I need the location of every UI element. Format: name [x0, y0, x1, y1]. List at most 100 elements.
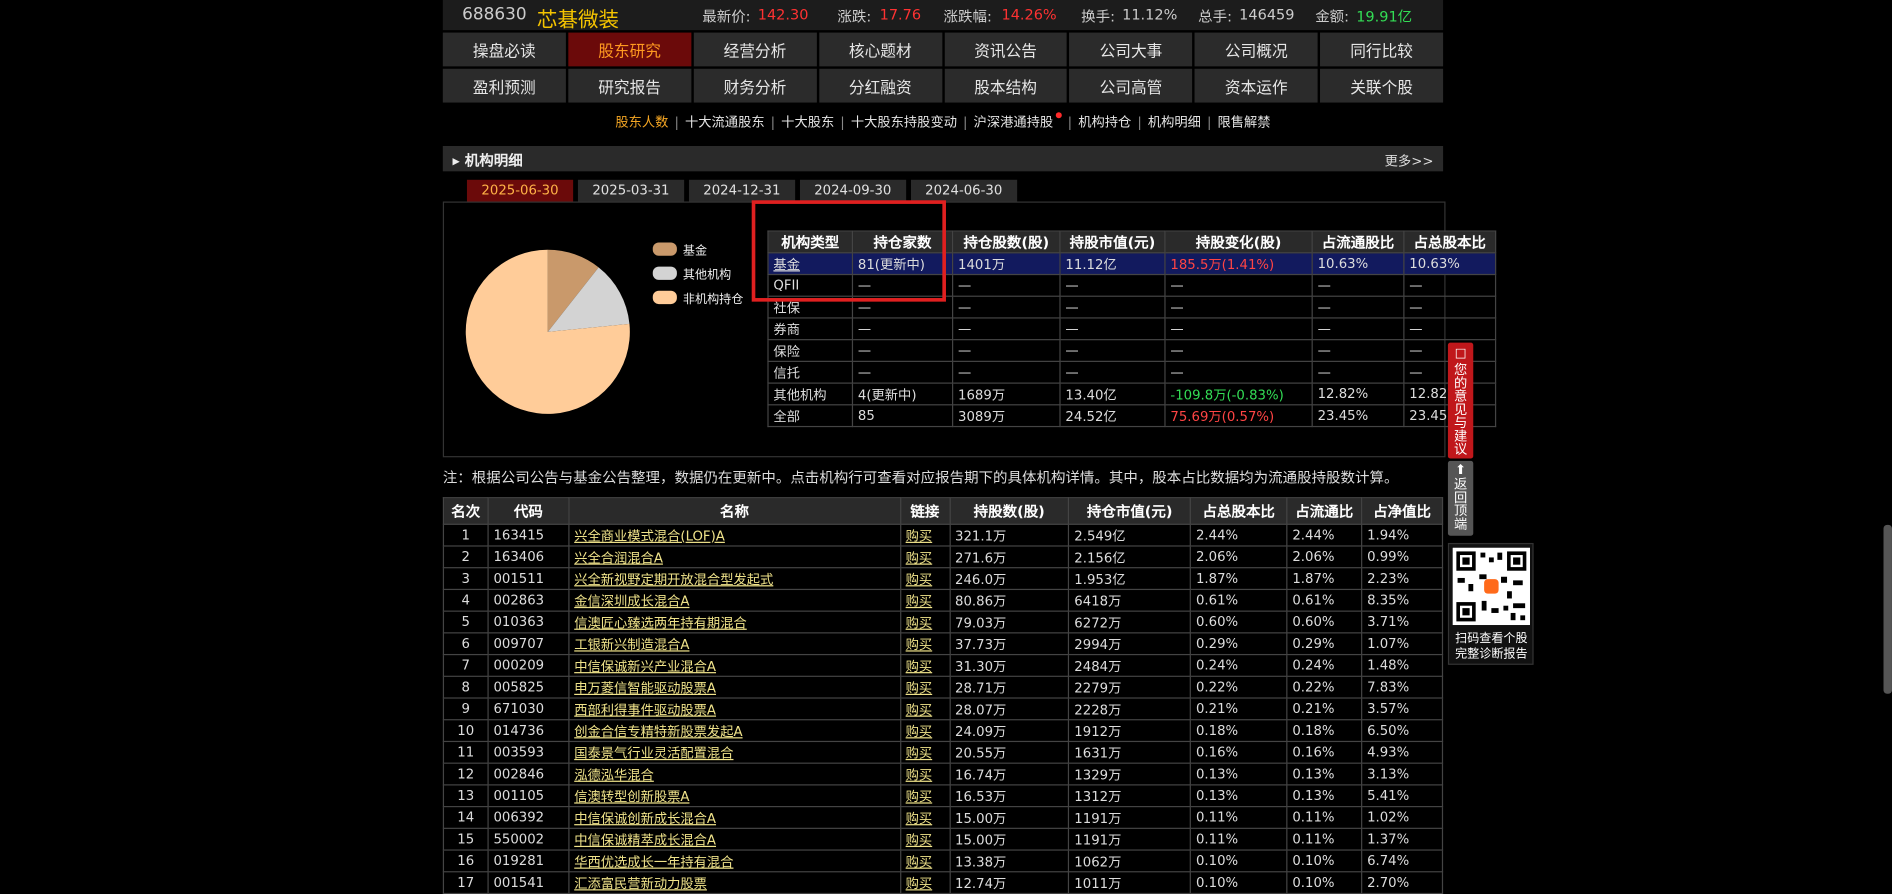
buy-link[interactable]: 购买 — [906, 810, 933, 826]
buy-link[interactable]: 购买 — [906, 854, 933, 870]
fund-holdings-table: 名次 代码 名称 链接 持股数(股) 持仓市值(元) 占总股本比 占流通比 占净值比 1 1634… — [442, 497, 1444, 894]
buy-link[interactable]: 购买 — [906, 571, 933, 587]
column-header: 持仓股数(股) — [952, 230, 1061, 254]
table-cell: 2.156亿 — [1068, 545, 1192, 569]
table-row: 2 163406 兴全合润混合A 购买 271.6万 2.156亿 2.06% 2.06% 0.… — [442, 545, 1444, 569]
date-tab[interactable]: 2025-03-31 — [577, 179, 684, 202]
fund-name-link[interactable]: 兴全商业模式混合(LOF)A — [574, 528, 725, 544]
back-to-top-button[interactable]: ⬆ 返回顶端 — [1447, 460, 1474, 536]
subnav-link[interactable]: 十大股东持股变动 — [851, 115, 957, 131]
fund-name-link[interactable]: 金信深圳成长混合A — [574, 593, 689, 609]
separator: | — [674, 114, 679, 131]
buy-link[interactable]: 购买 — [906, 789, 933, 805]
date-tab[interactable]: 2024-12-31 — [688, 179, 795, 202]
table-cell: 15 — [442, 827, 489, 851]
table-cell: 1011万 — [1068, 871, 1192, 894]
table-row: 5 010363 信澳匠心臻选两年持有期混合 购买 79.03万 6272万 0.60% 0.… — [442, 610, 1444, 634]
fund-name-link[interactable]: 西部利得事件驱动股票A — [574, 702, 716, 718]
fund-name-link[interactable]: 兴全合润混合A — [574, 550, 663, 566]
buy-link[interactable]: 购买 — [906, 550, 933, 566]
buy-link[interactable]: 购买 — [906, 702, 933, 718]
subnav-link[interactable]: 十大股东 — [781, 115, 834, 131]
table-cell: 0.60% — [1286, 610, 1363, 634]
subnav-link[interactable]: 机构持仓 — [1078, 115, 1131, 131]
table-cell: — — [1164, 273, 1313, 297]
nav-tab[interactable]: 公司高管 — [1069, 68, 1193, 103]
subnav-link[interactable]: 股东人数 — [615, 115, 668, 131]
buy-link[interactable]: 购买 — [906, 658, 933, 674]
institution-row[interactable]: 全部 85 3089万 24.52亿 75.69万(0.57%) 23.45% 23.45% — [767, 404, 1497, 428]
fund-name-link[interactable]: 中信保诚新兴产业混合A — [574, 658, 716, 674]
subnav-link[interactable]: 沪深港通持股 — [974, 115, 1054, 131]
institution-row[interactable]: 其他机构 4(更新中) 1689万 13.40亿 -109.8万(-0.83%) 12.8… — [767, 382, 1497, 406]
institution-row[interactable]: 券商 — — — — — — — [767, 317, 1497, 341]
buy-link[interactable]: 购买 — [906, 745, 933, 761]
fund-name-link[interactable]: 中信保诚创新成长混合A — [574, 810, 716, 826]
table-cell: 购买 — [899, 675, 951, 699]
nav-tab[interactable]: 分红融资 — [818, 68, 942, 103]
fund-name-link[interactable]: 国泰景气行业灵活配置混合 — [574, 745, 733, 761]
buy-link[interactable]: 购买 — [906, 723, 933, 739]
subnav-link[interactable]: 十大流通股东 — [685, 115, 765, 131]
table-cell: 11 — [442, 740, 489, 764]
nav-tab[interactable]: 研究报告 — [568, 68, 692, 103]
buy-link[interactable]: 购买 — [906, 680, 933, 696]
fund-name-link[interactable]: 信澳匠心臻选两年持有期混合 — [574, 615, 747, 631]
buy-link[interactable]: 购买 — [906, 636, 933, 652]
fund-name-link[interactable]: 工银新兴制造混合A — [574, 636, 689, 652]
date-tab[interactable]: 2024-09-30 — [799, 179, 906, 202]
scrollbar-thumb[interactable] — [1883, 524, 1892, 694]
feedback-button[interactable]: ☐ 您的意见与建议 — [1447, 342, 1474, 459]
buy-link[interactable]: 购买 — [906, 528, 933, 544]
fund-name-link[interactable]: 华西优选成长一年持有混合 — [574, 854, 733, 870]
table-cell: — — [1164, 339, 1313, 362]
nav-tab[interactable]: 股东研究 — [568, 32, 692, 67]
nav-tab[interactable]: 核心题材 — [818, 32, 942, 67]
fund-name-link[interactable]: 中信保诚精萃成长混合A — [574, 832, 716, 848]
nav-tab[interactable]: 关联个股 — [1320, 68, 1444, 103]
table-cell: — — [851, 317, 954, 341]
nav-tab[interactable]: 财务分析 — [693, 68, 817, 103]
buy-link[interactable]: 购买 — [906, 832, 933, 848]
table-cell: 7.83% — [1361, 675, 1444, 699]
date-tab[interactable]: 2025-06-30 — [466, 179, 574, 202]
buy-link[interactable]: 购买 — [906, 767, 933, 783]
fund-name-link[interactable]: 汇添富民营新动力股票 — [574, 875, 707, 891]
table-cell: 4(更新中) — [851, 382, 954, 406]
institution-row[interactable]: 保险 — — — — — — — [767, 339, 1497, 362]
fund-name-link[interactable]: 创金合信专精特新股票发起A — [574, 723, 742, 739]
nav-tab[interactable]: 操盘必读 — [442, 32, 566, 67]
table-cell: 002846 — [487, 762, 570, 786]
more-link[interactable]: 更多>> — [1385, 151, 1434, 170]
table-row: 9 671030 西部利得事件驱动股票A 购买 28.07万 2228万 0.21% 0.21… — [442, 697, 1444, 721]
stock-quote-bar: 688630 芯碁微装 最新价: 142.30 涨跌: 17.76 涨跌幅: 1… — [442, 0, 1444, 33]
buy-link[interactable]: 购买 — [906, 615, 933, 631]
table-cell: 华西优选成长一年持有混合 — [568, 849, 901, 873]
fund-name-link[interactable]: 申万菱信智能驱动股票A — [574, 680, 716, 696]
qr-code-box[interactable]: 扫码查看个股完整诊断报告 — [1447, 542, 1534, 665]
buy-link[interactable]: 购买 — [906, 593, 933, 609]
nav-tab[interactable]: 资本运作 — [1194, 68, 1318, 103]
nav-tab[interactable]: 同行比较 — [1320, 32, 1444, 67]
nav-tab[interactable]: 经营分析 — [693, 32, 817, 67]
nav-tab[interactable]: 股本结构 — [944, 68, 1068, 103]
table-cell: 0.10% — [1189, 871, 1288, 894]
buy-link[interactable]: 购买 — [906, 875, 933, 891]
table-cell: 85 — [851, 404, 954, 428]
nav-tab[interactable]: 公司大事 — [1069, 32, 1193, 67]
table-cell: — — [952, 273, 1061, 297]
fund-name-link[interactable]: 信澳转型创新股票A — [574, 789, 689, 805]
subnav-link[interactable]: 限售解禁 — [1217, 115, 1270, 131]
table-cell: — — [1164, 317, 1313, 341]
fund-name-link[interactable]: 兴全新视野定期开放混合型发起式 — [574, 571, 773, 587]
date-tab[interactable]: 2024-06-30 — [910, 179, 1017, 202]
nav-tab[interactable]: 公司概况 — [1194, 32, 1318, 67]
subnav-link[interactable]: 机构明细 — [1148, 115, 1201, 131]
nav-tab[interactable]: 资讯公告 — [944, 32, 1068, 67]
table-cell: 671030 — [487, 697, 570, 721]
nav-tab[interactable]: 盈利预测 — [442, 68, 566, 103]
table-cell: 002863 — [487, 588, 570, 612]
institution-pie-chart — [465, 249, 630, 414]
institution-row[interactable]: 信托 — — — — — — — [767, 360, 1497, 384]
fund-name-link[interactable]: 泓德泓华混合 — [574, 767, 654, 783]
